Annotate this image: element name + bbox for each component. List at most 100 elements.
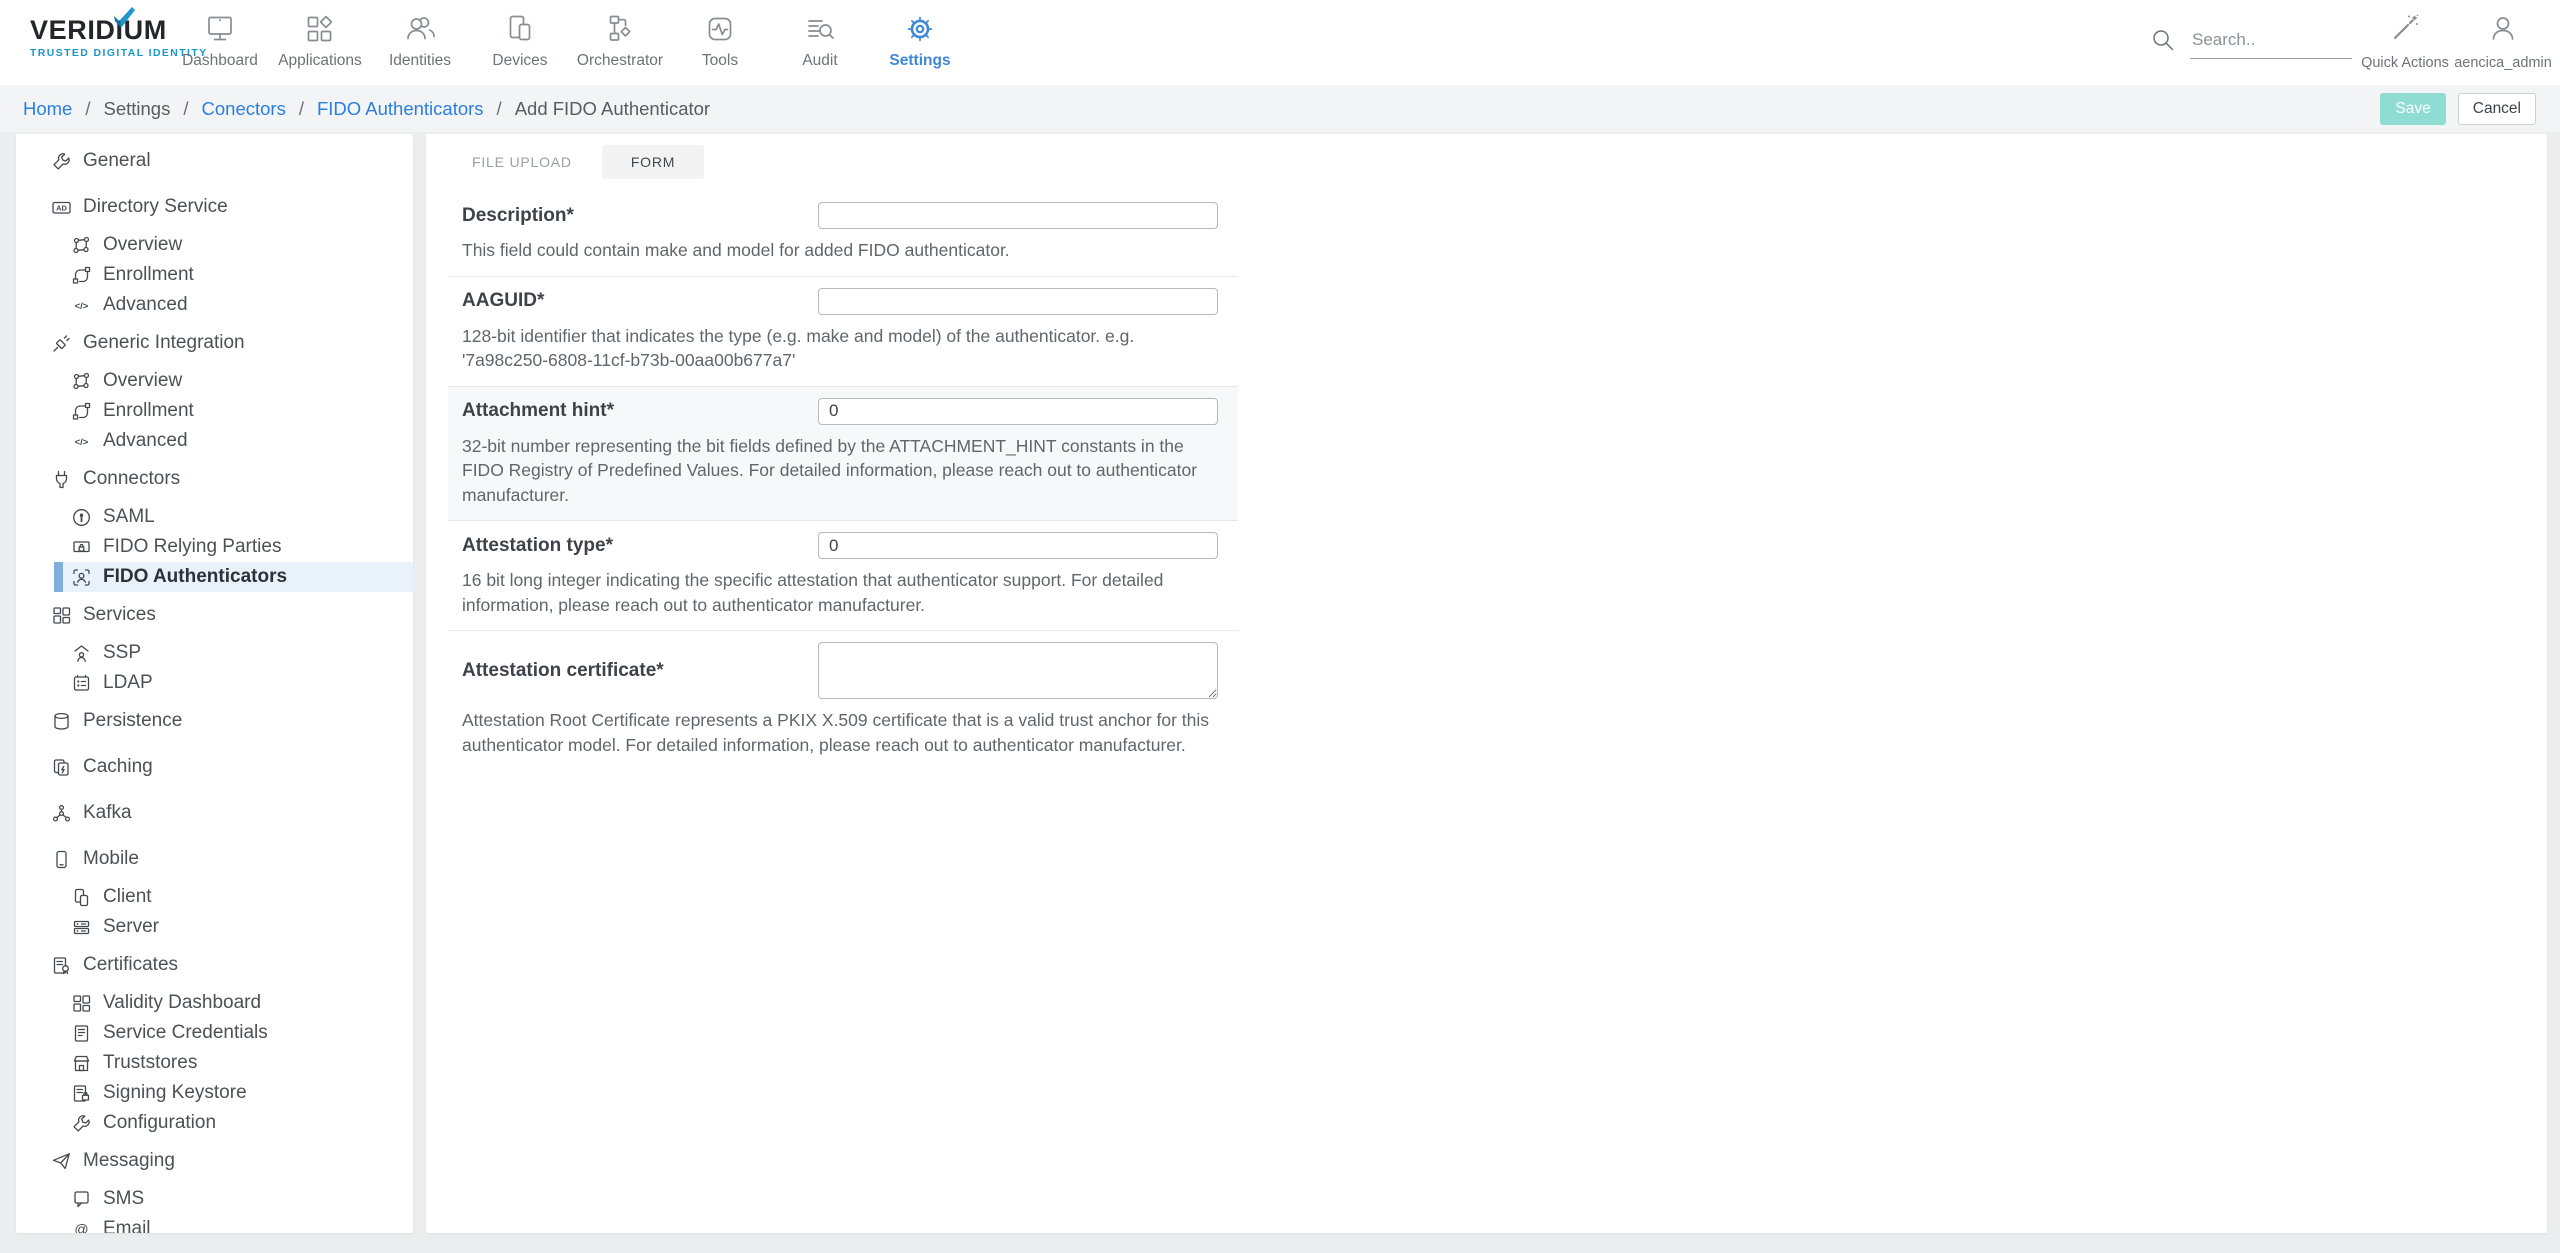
sidebar-item-label: Persistence — [83, 710, 182, 732]
nav-item-tools[interactable]: Tools — [670, 0, 770, 85]
tab-file-upload[interactable]: FILE UPLOAD — [472, 154, 572, 170]
breadcrumb-home[interactable]: Home — [23, 98, 72, 120]
apps-grid-icon — [302, 11, 338, 47]
svg-text:@: @ — [74, 1221, 88, 1234]
save-button[interactable]: Save — [2380, 93, 2445, 125]
sidebar-item-mobile[interactable]: Mobile — [16, 844, 413, 874]
field-aaguid: AAGUID* 128-bit identifier that indicate… — [448, 277, 1238, 386]
nav-label: Orchestrator — [577, 52, 663, 70]
sidebar-item-label: SAML — [103, 506, 155, 528]
sidebar-item-label: Truststores — [103, 1052, 197, 1074]
nav-item-applications[interactable]: Applications — [270, 0, 370, 85]
nav-item-identities[interactable]: Identities — [370, 0, 470, 85]
sidebar-item-saml[interactable]: SAML — [16, 502, 413, 532]
sidebar-item-services[interactable]: Services — [16, 600, 413, 630]
sidebar-item-connectors[interactable]: Connectors — [16, 464, 413, 494]
breadcrumb-separator: / — [85, 98, 90, 120]
nav-item-dashboard[interactable]: Dashboard — [170, 0, 270, 85]
breadcrumb-settings: Settings — [104, 98, 171, 120]
svg-text:</>: </> — [75, 437, 89, 448]
sidebar-item-email[interactable]: @ Email — [16, 1214, 413, 1233]
fido-authenticator-form: Description* This field could contain ma… — [462, 191, 1224, 770]
at-sign-icon: @ — [71, 1219, 92, 1234]
attestation-type-help: 16 bit long integer indicating the speci… — [462, 568, 1214, 617]
sidebar-item-general[interactable]: General — [16, 146, 413, 176]
description-input[interactable] — [818, 202, 1218, 229]
nav-label: Applications — [278, 52, 362, 70]
description-label: Description* — [462, 205, 818, 227]
user-menu[interactable]: aencica_admin — [2448, 13, 2558, 71]
sidebar-item-ldap[interactable]: LDAP — [16, 668, 413, 698]
card-lock-icon — [71, 537, 92, 558]
sidebar-item-validity-dashboard[interactable]: Validity Dashboard — [16, 988, 413, 1018]
sidebar-item-persistence[interactable]: Persistence — [16, 706, 413, 736]
sidebar-item-gi-advanced[interactable]: </> Advanced — [16, 426, 413, 456]
sidebar-item-directory-service[interactable]: AD Directory Service — [16, 192, 413, 222]
breadcrumb-fido-authenticators[interactable]: FIDO Authenticators — [317, 98, 484, 120]
sidebar-item-caching[interactable]: Caching — [16, 752, 413, 782]
attestation-certificate-help: Attestation Root Certificate represents … — [462, 708, 1214, 757]
sidebar-item-label: Enrollment — [103, 400, 194, 422]
sidebar-item-certificates[interactable]: Certificates — [16, 950, 413, 980]
sidebar-item-ds-overview[interactable]: Overview — [16, 230, 413, 260]
nav-item-settings[interactable]: Settings — [870, 0, 970, 85]
sidebar-item-label: Directory Service — [83, 196, 228, 218]
quick-actions-button[interactable]: Quick Actions — [2345, 13, 2465, 71]
sidebar-item-service-credentials[interactable]: Service Credentials — [16, 1018, 413, 1048]
sidebar-item-label: Client — [103, 886, 152, 908]
sidebar-item-label: Service Credentials — [103, 1022, 268, 1044]
sidebar-item-configuration[interactable]: Configuration — [16, 1108, 413, 1138]
magic-wand-icon — [2390, 13, 2420, 43]
aaguid-label: AAGUID* — [462, 290, 818, 312]
sidebar-item-label: SMS — [103, 1188, 144, 1210]
nav-item-orchestrator[interactable]: Orchestrator — [570, 0, 670, 85]
sidebar-item-kafka[interactable]: Kafka — [16, 798, 413, 828]
sidebar-item-gi-overview[interactable]: Overview — [16, 366, 413, 396]
sidebar-item-ssp[interactable]: SSP — [16, 638, 413, 668]
sidebar-item-client[interactable]: Client — [16, 882, 413, 912]
sidebar-item-label: General — [83, 150, 151, 172]
settings-sidebar: General AD Directory Service Overview En… — [16, 134, 413, 1233]
sidebar-item-messaging[interactable]: Messaging — [16, 1146, 413, 1176]
sidebar-item-fido-authenticators[interactable]: FIDO Authenticators — [16, 562, 413, 592]
sidebar-item-label: FIDO Authenticators — [103, 566, 287, 588]
field-attestation-type: Attestation type* 16 bit long integer in… — [448, 521, 1238, 631]
sidebar-item-ds-advanced[interactable]: </> Advanced — [16, 290, 413, 320]
self-service-icon — [71, 643, 92, 664]
sidebar-item-fido-relying-parties[interactable]: FIDO Relying Parties — [16, 532, 413, 562]
search-input[interactable] — [2190, 26, 2352, 59]
kafka-cluster-icon — [51, 803, 72, 824]
quick-actions-label: Quick Actions — [2345, 55, 2465, 71]
client-devices-icon — [71, 887, 92, 908]
nav-item-devices[interactable]: Devices — [470, 0, 570, 85]
breadcrumb: Home / Settings / Conectors / FIDO Authe… — [23, 98, 710, 120]
attestation-type-input[interactable] — [818, 532, 1218, 559]
sidebar-item-signing-keystore[interactable]: Signing Keystore — [16, 1078, 413, 1108]
sidebar-item-ds-enrollment[interactable]: Enrollment — [16, 260, 413, 290]
code-icon: </> — [71, 431, 92, 452]
breadcrumb-conectors[interactable]: Conectors — [202, 98, 286, 120]
nav-label: Dashboard — [182, 52, 258, 70]
attachment-hint-input[interactable] — [818, 398, 1218, 425]
attestation-certificate-textarea[interactable] — [818, 642, 1218, 699]
sidebar-item-label: Caching — [83, 756, 153, 778]
nav-item-audit[interactable]: Audit — [770, 0, 870, 85]
sidebar-item-sms[interactable]: SMS — [16, 1184, 413, 1214]
tab-form[interactable]: FORM — [602, 145, 704, 179]
sidebar-item-label: Overview — [103, 234, 182, 256]
field-description: Description* This field could contain ma… — [448, 191, 1238, 277]
aaguid-input[interactable] — [818, 288, 1218, 315]
attestation-type-label: Attestation type* — [462, 535, 818, 557]
sidebar-item-truststores[interactable]: Truststores — [16, 1048, 413, 1078]
wrench-icon — [71, 1113, 92, 1134]
nav-label: Audit — [802, 52, 837, 70]
cancel-button[interactable]: Cancel — [2458, 93, 2536, 125]
breadcrumb-separator: / — [299, 98, 304, 120]
sidebar-item-generic-integration[interactable]: Generic Integration — [16, 328, 413, 358]
document-icon — [71, 1023, 92, 1044]
sidebar-item-gi-enrollment[interactable]: Enrollment — [16, 396, 413, 426]
aaguid-help: 128-bit identifier that indicates the ty… — [462, 324, 1214, 373]
breadcrumb-current-page: Add FIDO Authenticator — [515, 98, 710, 120]
tools-pulse-icon — [702, 11, 738, 47]
sidebar-item-server[interactable]: Server — [16, 912, 413, 942]
